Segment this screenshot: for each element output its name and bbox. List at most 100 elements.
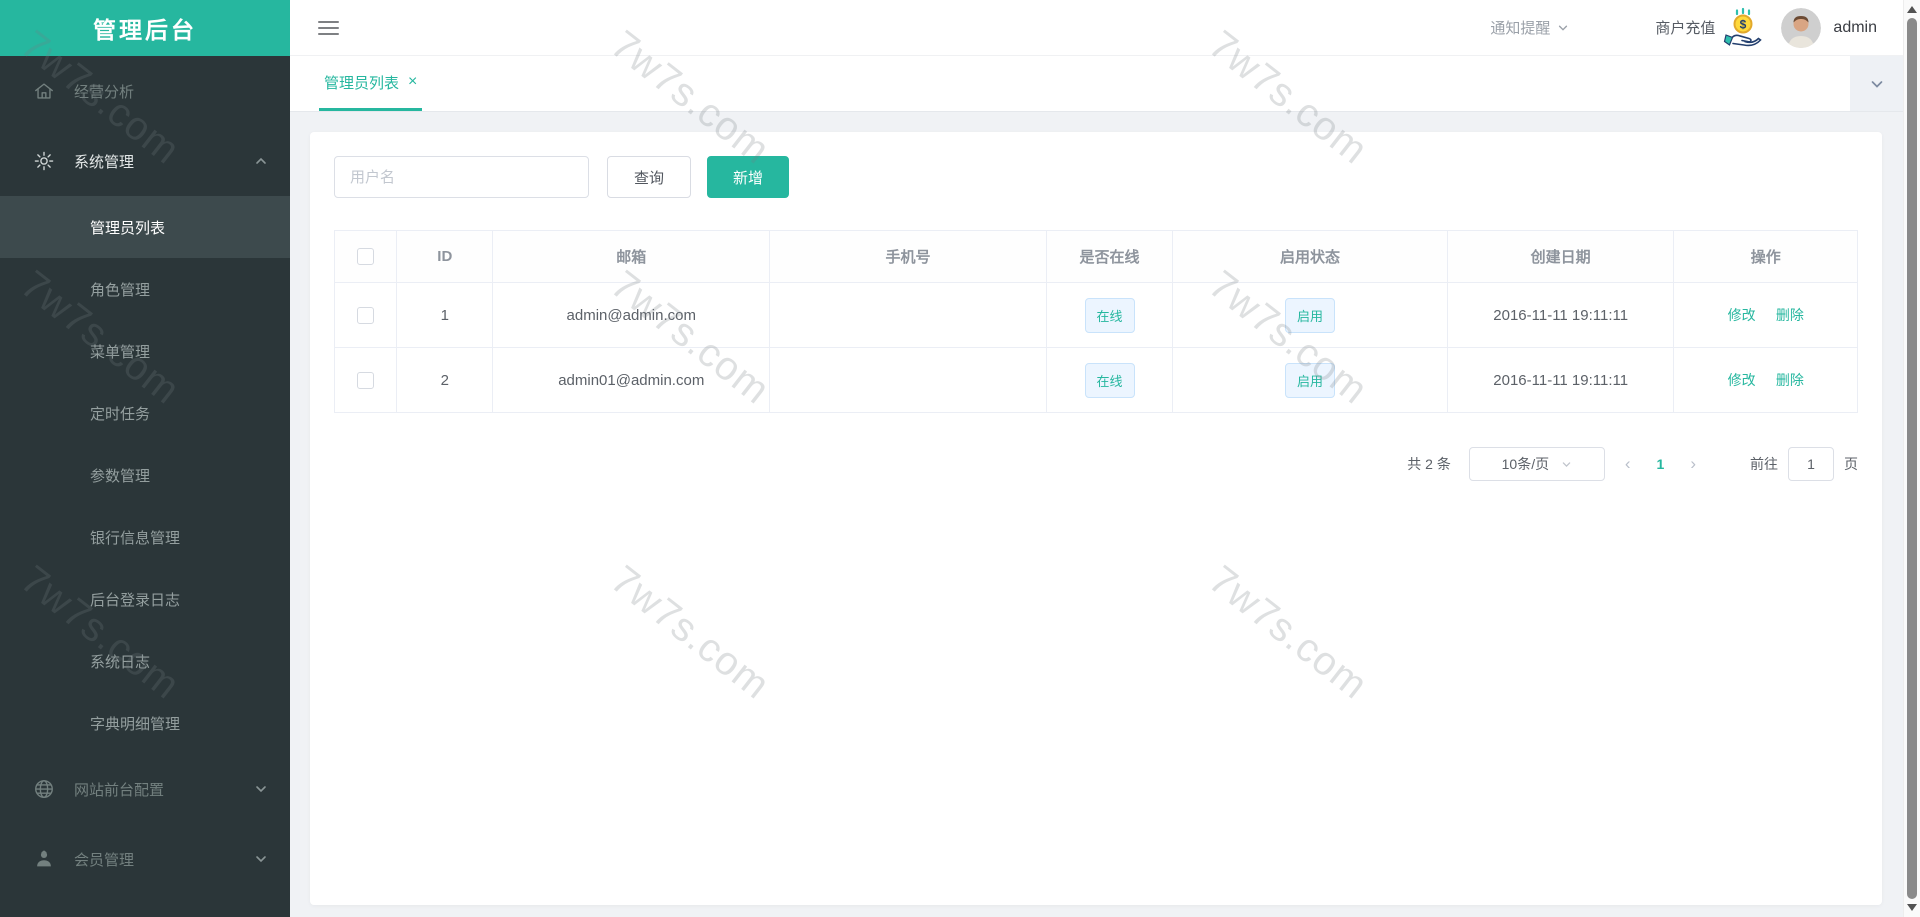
sidebar-item-member-management[interactable]: 会员管理: [0, 824, 290, 894]
column-header-online: 是否在线: [1045, 230, 1174, 283]
username-label[interactable]: admin: [1833, 19, 1877, 37]
scrollbar-thumb[interactable]: [1907, 18, 1917, 899]
sidebar-subitem-bank-info-management[interactable]: 银行信息管理: [0, 506, 290, 568]
sidebar-subitem-label: 参数管理: [90, 467, 151, 485]
goto-label: 前往: [1750, 456, 1778, 472]
prev-page-button[interactable]: ‹: [1613, 454, 1643, 474]
sidebar-subitem-label: 后台登录日志: [90, 591, 181, 609]
chevron-up-icon: [254, 154, 268, 168]
tabs-collapse-button[interactable]: [1850, 56, 1903, 111]
admin-table: ID 邮箱 手机号 是否在线 启用状态 创建日期 操作 1 admin@admi…: [333, 230, 1858, 413]
chevron-down-icon: [254, 782, 268, 796]
sidebar-subitem-scheduled-tasks[interactable]: 定时任务: [0, 382, 290, 444]
scroll-up-arrow-icon[interactable]: [1907, 6, 1917, 13]
select-all-checkbox[interactable]: [357, 248, 375, 266]
page-size-select[interactable]: 10条/页: [1468, 447, 1605, 481]
edit-link[interactable]: 修改: [1728, 372, 1756, 388]
cell-created: 2016-11-11 19:11:11: [1446, 347, 1675, 413]
sidebar-item-label: 经营分析: [74, 83, 135, 101]
page-size-value: 10条/页: [1501, 456, 1550, 472]
cell-email: admin@admin.com: [492, 282, 771, 348]
query-button[interactable]: 查询: [607, 156, 692, 198]
column-header-email: 邮箱: [492, 230, 771, 283]
column-header-status: 启用状态: [1172, 230, 1448, 283]
merchant-recharge-button[interactable]: 商户充值 $: [1655, 7, 1763, 49]
sidebar-item-site-frontend-config[interactable]: 网站前台配置: [0, 754, 290, 824]
sidebar-subitem-label: 管理员列表: [90, 219, 166, 237]
sidebar-subitem-menu-management[interactable]: 菜单管理: [0, 320, 290, 382]
chevron-down-icon: [1559, 25, 1568, 31]
total-count-label: 共 2 条: [1407, 456, 1451, 472]
chevron-down-icon: [1871, 80, 1882, 88]
sidebar-nav: 经营分析 系统管理 管理员列表 角色管理 菜单管理 定时任务 参数管理 银行信息…: [0, 56, 290, 894]
tab-admin-list[interactable]: 管理员列表 ×: [319, 56, 423, 111]
sidebar-subitem-label: 定时任务: [90, 405, 151, 423]
sidebar-item-business-analysis[interactable]: 经营分析: [0, 56, 290, 126]
table-row: 2 admin01@admin.com 在线 启用 2016-11-11 19:…: [333, 347, 1858, 413]
cell-email: admin01@admin.com: [492, 347, 771, 413]
sidebar-item-label: 系统管理: [74, 153, 135, 171]
globe-icon: [33, 778, 55, 800]
admin-list-card: 查询 新增 ID 邮箱 手机号 是否在线: [310, 132, 1882, 905]
online-badge[interactable]: 在线: [1084, 297, 1135, 333]
page-unit-label: 页: [1844, 456, 1858, 472]
column-header-id: ID: [396, 230, 494, 283]
sidebar-subitem-role-management[interactable]: 角色管理: [0, 258, 290, 320]
column-header-phone: 手机号: [769, 230, 1047, 283]
delete-link[interactable]: 删除: [1776, 372, 1804, 388]
sidebar-subitem-label: 菜单管理: [90, 343, 151, 361]
notice-label: 通知提醒: [1490, 20, 1551, 37]
current-page[interactable]: 1: [1651, 456, 1671, 472]
cell-phone: [769, 282, 1047, 348]
table-header-row: ID 邮箱 手机号 是否在线 启用状态 创建日期 操作: [333, 230, 1858, 283]
page-scrollbar[interactable]: [1903, 0, 1920, 917]
menu-toggle-button[interactable]: [318, 20, 339, 35]
add-button[interactable]: 新增: [707, 156, 790, 198]
chevron-down-icon: [1562, 461, 1571, 467]
admin-backend-screen: 管理后台 经营分析 系统管理 管理员列表 角色管理 菜单管理 定时任务 参数管理…: [0, 0, 1920, 917]
top-header: 通知提醒 商户充值 $ admin: [290, 0, 1903, 56]
chevron-down-icon: [254, 852, 268, 866]
next-page-button[interactable]: ›: [1678, 454, 1708, 474]
sidebar-item-label: 网站前台配置: [74, 781, 165, 799]
sidebar-subitem-admin-list[interactable]: 管理员列表: [0, 196, 290, 258]
online-badge[interactable]: 在线: [1084, 362, 1135, 398]
edit-link[interactable]: 修改: [1728, 307, 1756, 323]
avatar[interactable]: [1781, 7, 1822, 48]
status-badge[interactable]: 启用: [1285, 362, 1336, 398]
sidebar-subitem-backend-login-log[interactable]: 后台登录日志: [0, 568, 290, 630]
header-right: 通知提醒 商户充值 $ admin: [1490, 7, 1877, 49]
username-search-input[interactable]: [334, 156, 589, 198]
sidebar-subitem-label: 系统日志: [90, 653, 151, 671]
row-checkbox[interactable]: [357, 371, 375, 389]
svg-text:$: $: [1740, 17, 1747, 31]
goto-page-input[interactable]: [1788, 447, 1834, 481]
gear-icon: [33, 150, 55, 172]
toolbar: 查询 新增: [334, 156, 1858, 198]
sidebar: 管理后台 经营分析 系统管理 管理员列表 角色管理 菜单管理 定时任务 参数管理…: [0, 0, 290, 917]
app-title: 管理后台: [93, 17, 197, 43]
delete-link[interactable]: 删除: [1776, 307, 1804, 323]
close-icon[interactable]: ×: [408, 74, 417, 90]
home-icon: [33, 80, 55, 102]
pagination: 共 2 条 10条/页 ‹ 1 › 前往 页: [334, 447, 1858, 481]
status-badge[interactable]: 启用: [1285, 297, 1336, 333]
table-row: 1 admin@admin.com 在线 启用 2016-11-11 19:11…: [333, 282, 1858, 348]
member-icon: [33, 848, 55, 870]
column-header-created: 创建日期: [1446, 230, 1675, 283]
cell-phone: [769, 347, 1047, 413]
sidebar-item-system-management[interactable]: 系统管理: [0, 126, 290, 196]
sidebar-subitem-parameter-management[interactable]: 参数管理: [0, 444, 290, 506]
sidebar-item-label: 会员管理: [74, 851, 135, 869]
row-checkbox[interactable]: [357, 306, 375, 324]
recharge-label: 商户充值: [1655, 20, 1716, 37]
sidebar-subitem-dictionary-detail-management[interactable]: 字典明细管理: [0, 692, 290, 754]
notice-dropdown[interactable]: 通知提醒: [1490, 17, 1569, 38]
scroll-down-arrow-icon[interactable]: [1907, 904, 1917, 911]
sidebar-subitem-system-log[interactable]: 系统日志: [0, 630, 290, 692]
sidebar-subitem-label: 角色管理: [90, 281, 151, 299]
content-area: 查询 新增 ID 邮箱 手机号 是否在线: [290, 112, 1903, 917]
main-area: 通知提醒 商户充值 $ admin 管理员列表 × 用户名 查询 新增 ID 邮…: [290, 0, 1903, 917]
cell-id: 1: [396, 282, 494, 348]
app-logo: 管理后台: [0, 0, 290, 56]
